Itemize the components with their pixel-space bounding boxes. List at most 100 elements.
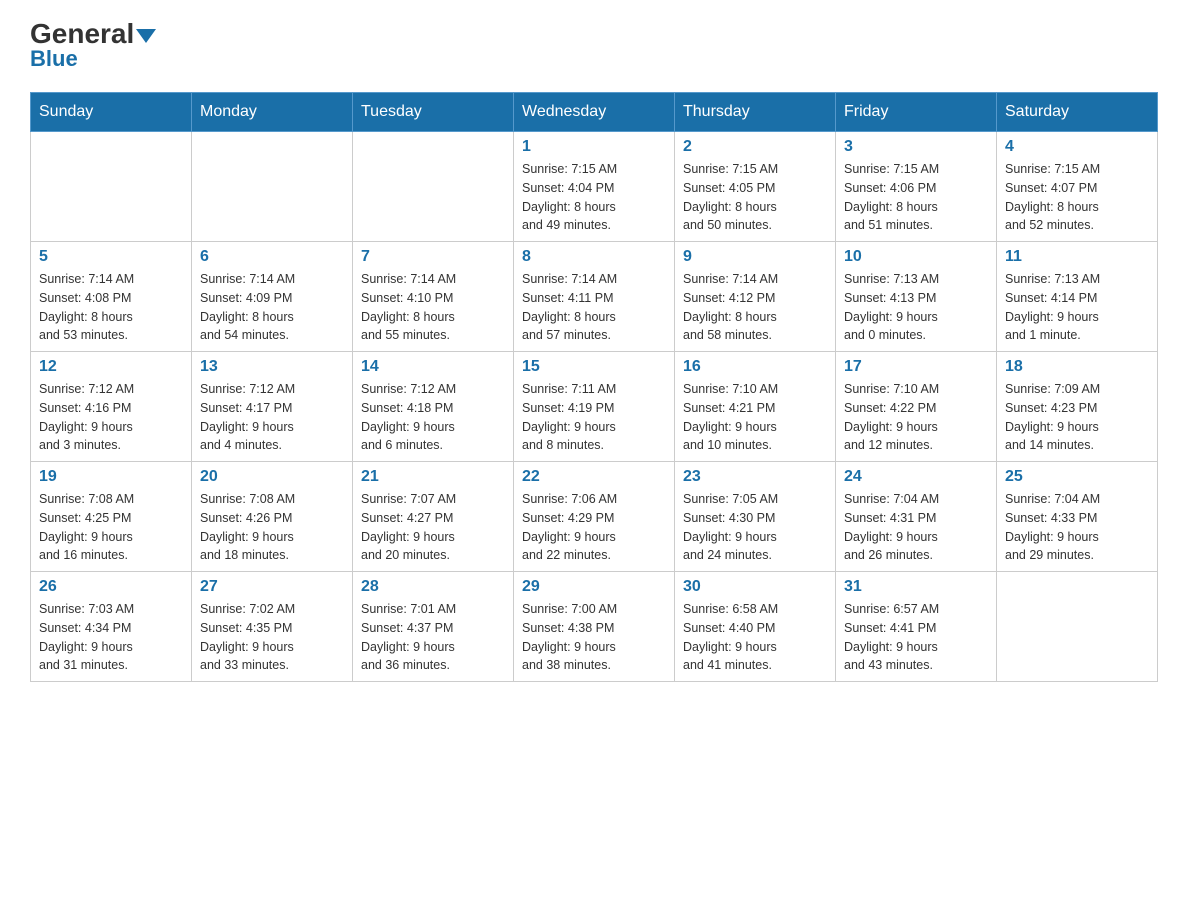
- day-info: Sunrise: 7:04 AM Sunset: 4:31 PM Dayligh…: [844, 490, 988, 565]
- logo-triangle-icon: [136, 29, 156, 43]
- calendar-cell: 17 Sunrise: 7:10 AM Sunset: 4:22 PM Dayli…: [836, 352, 997, 462]
- day-number: 20: [200, 468, 344, 486]
- day-number: 24: [844, 468, 988, 486]
- weekday-header-thursday: Thursday: [675, 93, 836, 132]
- calendar-cell: [192, 132, 353, 242]
- day-info: Sunrise: 7:09 AM Sunset: 4:23 PM Dayligh…: [1005, 380, 1149, 455]
- calendar-cell: 14Sunrise: 7:12 AM Sunset: 4:18 PM Dayli…: [353, 352, 514, 462]
- day-info: Sunrise: 7:03 AM Sunset: 4:34 PM Dayligh…: [39, 600, 183, 675]
- day-number: 4: [1005, 138, 1149, 156]
- day-number: 7: [361, 248, 505, 266]
- calendar-table: SundayMondayTuesdayWednesdayThursdayFrid…: [30, 92, 1158, 682]
- day-info: Sunrise: 6:58 AM Sunset: 4:40 PM Dayligh…: [683, 600, 827, 675]
- calendar-cell: 3 Sunrise: 7:15 AM Sunset: 4:06 PM Daylig…: [836, 132, 997, 242]
- day-info: Sunrise: 7:07 AM Sunset: 4:27 PM Dayligh…: [361, 490, 505, 565]
- day-info: Sunrise: 7:10 AM Sunset: 4:21 PM Dayligh…: [683, 380, 827, 455]
- day-number: 13: [200, 358, 344, 376]
- day-number: 9: [683, 248, 827, 266]
- day-number: 18: [1005, 358, 1149, 376]
- calendar-cell: 22 Sunrise: 7:06 AM Sunset: 4:29 PM Dayli…: [514, 462, 675, 572]
- day-number: 6: [200, 248, 344, 266]
- day-info: Sunrise: 7:12 AM Sunset: 4:17 PM Dayligh…: [200, 380, 344, 455]
- day-number: 14: [361, 358, 505, 376]
- calendar-cell: 8 Sunrise: 7:14 AM Sunset: 4:11 PM Daylig…: [514, 242, 675, 352]
- day-info: Sunrise: 7:14 AM Sunset: 4:09 PM Dayligh…: [200, 270, 344, 345]
- day-info: Sunrise: 7:08 AM Sunset: 4:25 PM Dayligh…: [39, 490, 183, 565]
- day-info: Sunrise: 7:02 AM Sunset: 4:35 PM Dayligh…: [200, 600, 344, 675]
- calendar-cell: 6 Sunrise: 7:14 AM Sunset: 4:09 PM Daylig…: [192, 242, 353, 352]
- day-info: Sunrise: 7:14 AM Sunset: 4:12 PM Dayligh…: [683, 270, 827, 345]
- calendar-cell: 13 Sunrise: 7:12 AM Sunset: 4:17 PM Dayli…: [192, 352, 353, 462]
- logo: General Blue: [30, 20, 156, 72]
- weekday-header-friday: Friday: [836, 93, 997, 132]
- day-number: 26: [39, 578, 183, 596]
- calendar-cell: 29 Sunrise: 7:00 AM Sunset: 4:38 PM Dayli…: [514, 572, 675, 682]
- calendar-cell: 24 Sunrise: 7:04 AM Sunset: 4:31 PM Dayli…: [836, 462, 997, 572]
- calendar-header-row: SundayMondayTuesdayWednesdayThursdayFrid…: [31, 93, 1158, 132]
- calendar-cell: 28 Sunrise: 7:01 AM Sunset: 4:37 PM Dayli…: [353, 572, 514, 682]
- weekday-header-wednesday: Wednesday: [514, 93, 675, 132]
- day-info: Sunrise: 7:13 AM Sunset: 4:13 PM Dayligh…: [844, 270, 988, 345]
- weekday-header-tuesday: Tuesday: [353, 93, 514, 132]
- day-number: 15: [522, 358, 666, 376]
- day-info: Sunrise: 7:15 AM Sunset: 4:04 PM Dayligh…: [522, 160, 666, 235]
- day-info: Sunrise: 7:06 AM Sunset: 4:29 PM Dayligh…: [522, 490, 666, 565]
- calendar-cell: 20 Sunrise: 7:08 AM Sunset: 4:26 PM Dayli…: [192, 462, 353, 572]
- day-info: Sunrise: 7:15 AM Sunset: 4:06 PM Dayligh…: [844, 160, 988, 235]
- calendar-week-1: 1 Sunrise: 7:15 AM Sunset: 4:04 PM Daylig…: [31, 132, 1158, 242]
- calendar-cell: 10 Sunrise: 7:13 AM Sunset: 4:13 PM Dayli…: [836, 242, 997, 352]
- page-header: General Blue: [30, 20, 1158, 72]
- day-number: 17: [844, 358, 988, 376]
- day-info: Sunrise: 7:14 AM Sunset: 4:08 PM Dayligh…: [39, 270, 183, 345]
- day-info: Sunrise: 7:01 AM Sunset: 4:37 PM Dayligh…: [361, 600, 505, 675]
- calendar-week-5: 26 Sunrise: 7:03 AM Sunset: 4:34 PM Dayli…: [31, 572, 1158, 682]
- day-info: Sunrise: 7:15 AM Sunset: 4:05 PM Dayligh…: [683, 160, 827, 235]
- calendar-cell: 2 Sunrise: 7:15 AM Sunset: 4:05 PM Daylig…: [675, 132, 836, 242]
- day-number: 1: [522, 138, 666, 156]
- day-info: Sunrise: 7:14 AM Sunset: 4:11 PM Dayligh…: [522, 270, 666, 345]
- calendar-cell: 7Sunrise: 7:14 AM Sunset: 4:10 PM Daylig…: [353, 242, 514, 352]
- day-number: 29: [522, 578, 666, 596]
- logo-blue: Blue: [30, 46, 78, 72]
- calendar-cell: 27Sunrise: 7:02 AM Sunset: 4:35 PM Dayli…: [192, 572, 353, 682]
- calendar-cell: 9 Sunrise: 7:14 AM Sunset: 4:12 PM Daylig…: [675, 242, 836, 352]
- day-info: Sunrise: 7:05 AM Sunset: 4:30 PM Dayligh…: [683, 490, 827, 565]
- calendar-cell: 4Sunrise: 7:15 AM Sunset: 4:07 PM Daylig…: [997, 132, 1158, 242]
- day-info: Sunrise: 7:12 AM Sunset: 4:16 PM Dayligh…: [39, 380, 183, 455]
- calendar-cell: [353, 132, 514, 242]
- calendar-cell: [31, 132, 192, 242]
- day-number: 25: [1005, 468, 1149, 486]
- logo-general: General: [30, 20, 156, 48]
- calendar-week-2: 5Sunrise: 7:14 AM Sunset: 4:08 PM Daylig…: [31, 242, 1158, 352]
- calendar-cell: 21 Sunrise: 7:07 AM Sunset: 4:27 PM Dayli…: [353, 462, 514, 572]
- day-info: Sunrise: 7:08 AM Sunset: 4:26 PM Dayligh…: [200, 490, 344, 565]
- calendar-cell: 15Sunrise: 7:11 AM Sunset: 4:19 PM Dayli…: [514, 352, 675, 462]
- weekday-header-saturday: Saturday: [997, 93, 1158, 132]
- day-number: 21: [361, 468, 505, 486]
- calendar-cell: 12 Sunrise: 7:12 AM Sunset: 4:16 PM Dayli…: [31, 352, 192, 462]
- calendar-cell: 19Sunrise: 7:08 AM Sunset: 4:25 PM Dayli…: [31, 462, 192, 572]
- day-number: 12: [39, 358, 183, 376]
- day-number: 16: [683, 358, 827, 376]
- calendar-cell: 23 Sunrise: 7:05 AM Sunset: 4:30 PM Dayli…: [675, 462, 836, 572]
- day-number: 8: [522, 248, 666, 266]
- day-number: 2: [683, 138, 827, 156]
- day-info: Sunrise: 7:10 AM Sunset: 4:22 PM Dayligh…: [844, 380, 988, 455]
- calendar-cell: 25Sunrise: 7:04 AM Sunset: 4:33 PM Dayli…: [997, 462, 1158, 572]
- day-number: 23: [683, 468, 827, 486]
- calendar-cell: 1 Sunrise: 7:15 AM Sunset: 4:04 PM Daylig…: [514, 132, 675, 242]
- calendar-week-3: 12 Sunrise: 7:12 AM Sunset: 4:16 PM Dayli…: [31, 352, 1158, 462]
- calendar-cell: 31 Sunrise: 6:57 AM Sunset: 4:41 PM Dayli…: [836, 572, 997, 682]
- calendar-cell: 26 Sunrise: 7:03 AM Sunset: 4:34 PM Dayli…: [31, 572, 192, 682]
- day-info: Sunrise: 6:57 AM Sunset: 4:41 PM Dayligh…: [844, 600, 988, 675]
- weekday-header-monday: Monday: [192, 93, 353, 132]
- day-number: 31: [844, 578, 988, 596]
- day-number: 22: [522, 468, 666, 486]
- calendar-cell: 30Sunrise: 6:58 AM Sunset: 4:40 PM Dayli…: [675, 572, 836, 682]
- calendar-cell: 5Sunrise: 7:14 AM Sunset: 4:08 PM Daylig…: [31, 242, 192, 352]
- day-info: Sunrise: 7:00 AM Sunset: 4:38 PM Dayligh…: [522, 600, 666, 675]
- day-number: 10: [844, 248, 988, 266]
- day-number: 3: [844, 138, 988, 156]
- day-info: Sunrise: 7:13 AM Sunset: 4:14 PM Dayligh…: [1005, 270, 1149, 345]
- day-number: 28: [361, 578, 505, 596]
